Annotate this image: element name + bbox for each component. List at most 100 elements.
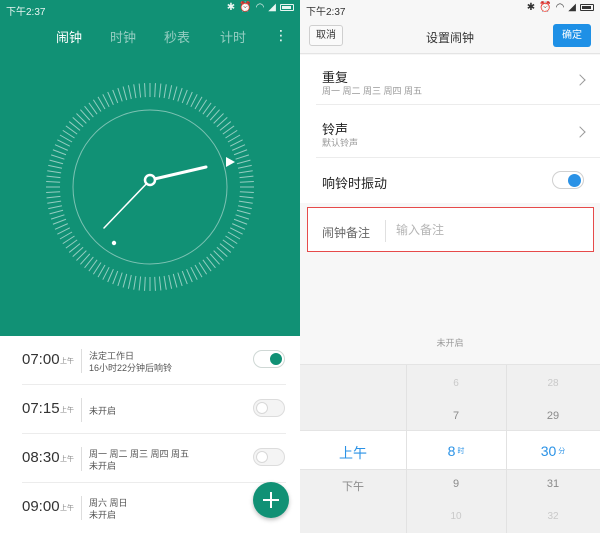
clock-tick: [112, 270, 119, 285]
analog-clock: [46, 83, 254, 291]
clock-tick: [158, 276, 162, 291]
alarm-status: 未开启: [89, 510, 117, 520]
status-bar: 下午2:37 ✱ ⏰ ◠ ◢: [0, 0, 300, 18]
clock-tick: [59, 231, 73, 240]
signal-icon: ◢: [568, 2, 576, 13]
clock-tick: [92, 262, 102, 275]
clock-tick: [102, 94, 110, 108]
alarm-toggle[interactable]: [253, 350, 285, 368]
vibrate-title: 响铃时振动: [322, 176, 388, 191]
clock-tick: [237, 164, 252, 169]
alarm-status: 未开启: [89, 406, 117, 416]
minute-option[interactable]: 28: [506, 378, 600, 389]
note-input[interactable]: [396, 218, 576, 242]
ampm-option[interactable]: 下午: [300, 478, 406, 494]
tab-stopwatch[interactable]: 秒表: [164, 27, 190, 46]
hour-unit: 时: [457, 448, 465, 455]
ampm-selected[interactable]: 上午: [300, 443, 406, 463]
clock-tick: [127, 85, 132, 100]
alarm-list-screen: 下午2:37 ✱ ⏰ ◠ ◢ 闹钟 时钟 秒表 计时 ⋮ 07:00 上午 法定…: [0, 0, 300, 533]
clock-tick: [122, 273, 128, 288]
clock-tick: [229, 227, 243, 235]
clock-tick: [138, 83, 142, 98]
minute-hand: [103, 179, 151, 229]
hour-option[interactable]: 7: [406, 410, 506, 422]
time-picker: 上午 下午 6 7 8时 9 10 28 29 30 分 31 32: [300, 364, 600, 533]
add-alarm-button[interactable]: [253, 482, 289, 518]
ringtone-setting[interactable]: 铃声 默认铃声: [300, 105, 600, 158]
alarm-ampm: 上午: [60, 358, 74, 365]
tab-alarm[interactable]: 闹钟: [56, 27, 82, 46]
clock-tick: [177, 272, 183, 287]
clock-tick: [62, 235, 75, 245]
repeat-value: 周一 周二 周三 周四 周五: [322, 86, 423, 96]
alarm-item[interactable]: 08:30 上午 周一 周二 周三 周四 周五 未开启: [0, 434, 300, 483]
tab-timer[interactable]: 计时: [220, 27, 246, 46]
minute-selected[interactable]: 30 分: [506, 443, 600, 461]
alarm-ampm: 上午: [60, 505, 74, 512]
clock-tick: [117, 87, 123, 102]
tab-world-clock[interactable]: 时钟: [110, 27, 136, 46]
hour-option[interactable]: 6: [406, 378, 506, 389]
clock-tick: [62, 129, 75, 139]
alarm-toggle[interactable]: [253, 448, 285, 466]
clock-tick: [133, 275, 137, 290]
clock-tick: [48, 164, 63, 169]
status-time: 下午2:37: [6, 7, 46, 18]
hour-selected[interactable]: 8时: [406, 443, 506, 461]
minute-option[interactable]: 29: [506, 410, 600, 422]
battery-icon: [580, 4, 594, 11]
clock-tick: [154, 276, 156, 291]
alarm-status: 未开启: [89, 461, 117, 471]
signal-icon: ◢: [268, 2, 276, 13]
clock-tick: [236, 159, 251, 165]
clock-tick: [186, 269, 193, 283]
status-time: 下午2:37: [306, 7, 346, 18]
title-bar: 取消 设置闹钟 确定: [300, 18, 600, 54]
hour-option[interactable]: 9: [406, 478, 506, 490]
hour-option[interactable]: 10: [406, 511, 506, 522]
vertical-dots-icon[interactable]: ⋮: [274, 28, 288, 42]
alarm-status: 16小时22分钟后响铃: [89, 363, 173, 373]
clock-tick: [163, 275, 167, 290]
note-label: 闹钟备注: [322, 226, 371, 240]
repeat-setting[interactable]: 重复 周一 周二 周三 周四 周五: [300, 55, 600, 105]
clock-tick: [239, 195, 254, 199]
vibrate-toggle[interactable]: [552, 171, 584, 189]
bluetooth-icon: ✱: [226, 2, 236, 13]
clock-tick: [168, 274, 173, 289]
clock-tick: [107, 91, 114, 105]
clock-tick: [225, 235, 238, 245]
clock-tick: [57, 139, 71, 147]
confirm-button[interactable]: 确定: [553, 24, 591, 47]
clock-tick: [198, 262, 208, 275]
clock-tick: [54, 223, 68, 230]
clock-tick: [127, 274, 132, 289]
alarm-time: 07:00: [22, 351, 60, 368]
clock-tick: [194, 264, 203, 278]
clock-tick: [46, 175, 61, 179]
alarm-item[interactable]: 07:00 上午 法定工作日 16小时22分钟后响铃: [0, 336, 300, 385]
clock-tick: [163, 84, 167, 99]
clock-tick: [232, 144, 246, 151]
clock-tick: [52, 218, 67, 225]
wifi-icon: ◠: [255, 2, 265, 13]
clock-tick: [117, 272, 123, 287]
alarm-toggle[interactable]: [253, 399, 285, 417]
minute-option[interactable]: 31: [506, 478, 600, 490]
minute-option[interactable]: 32: [506, 511, 600, 522]
clock-tick: [97, 264, 106, 278]
clock-tick: [54, 144, 68, 151]
clock-tick: [232, 223, 246, 230]
clock-tick: [158, 83, 162, 98]
alarm-status-text: 未开启: [436, 338, 464, 348]
clock-tick: [235, 154, 250, 160]
clock-tick: [227, 231, 241, 240]
clock-tick: [50, 154, 65, 160]
clock-tick: [49, 209, 64, 215]
clock-tick: [46, 195, 61, 199]
clock-tick: [52, 149, 67, 156]
alarm-item[interactable]: 07:15 上午 未开启: [0, 385, 300, 434]
clock-tick: [168, 85, 173, 100]
alarm-settings-screen: 下午2:37 ✱ ⏰ ◠ ◢ 取消 设置闹钟 确定 重复 周一 周二 周三 周四…: [300, 0, 600, 533]
